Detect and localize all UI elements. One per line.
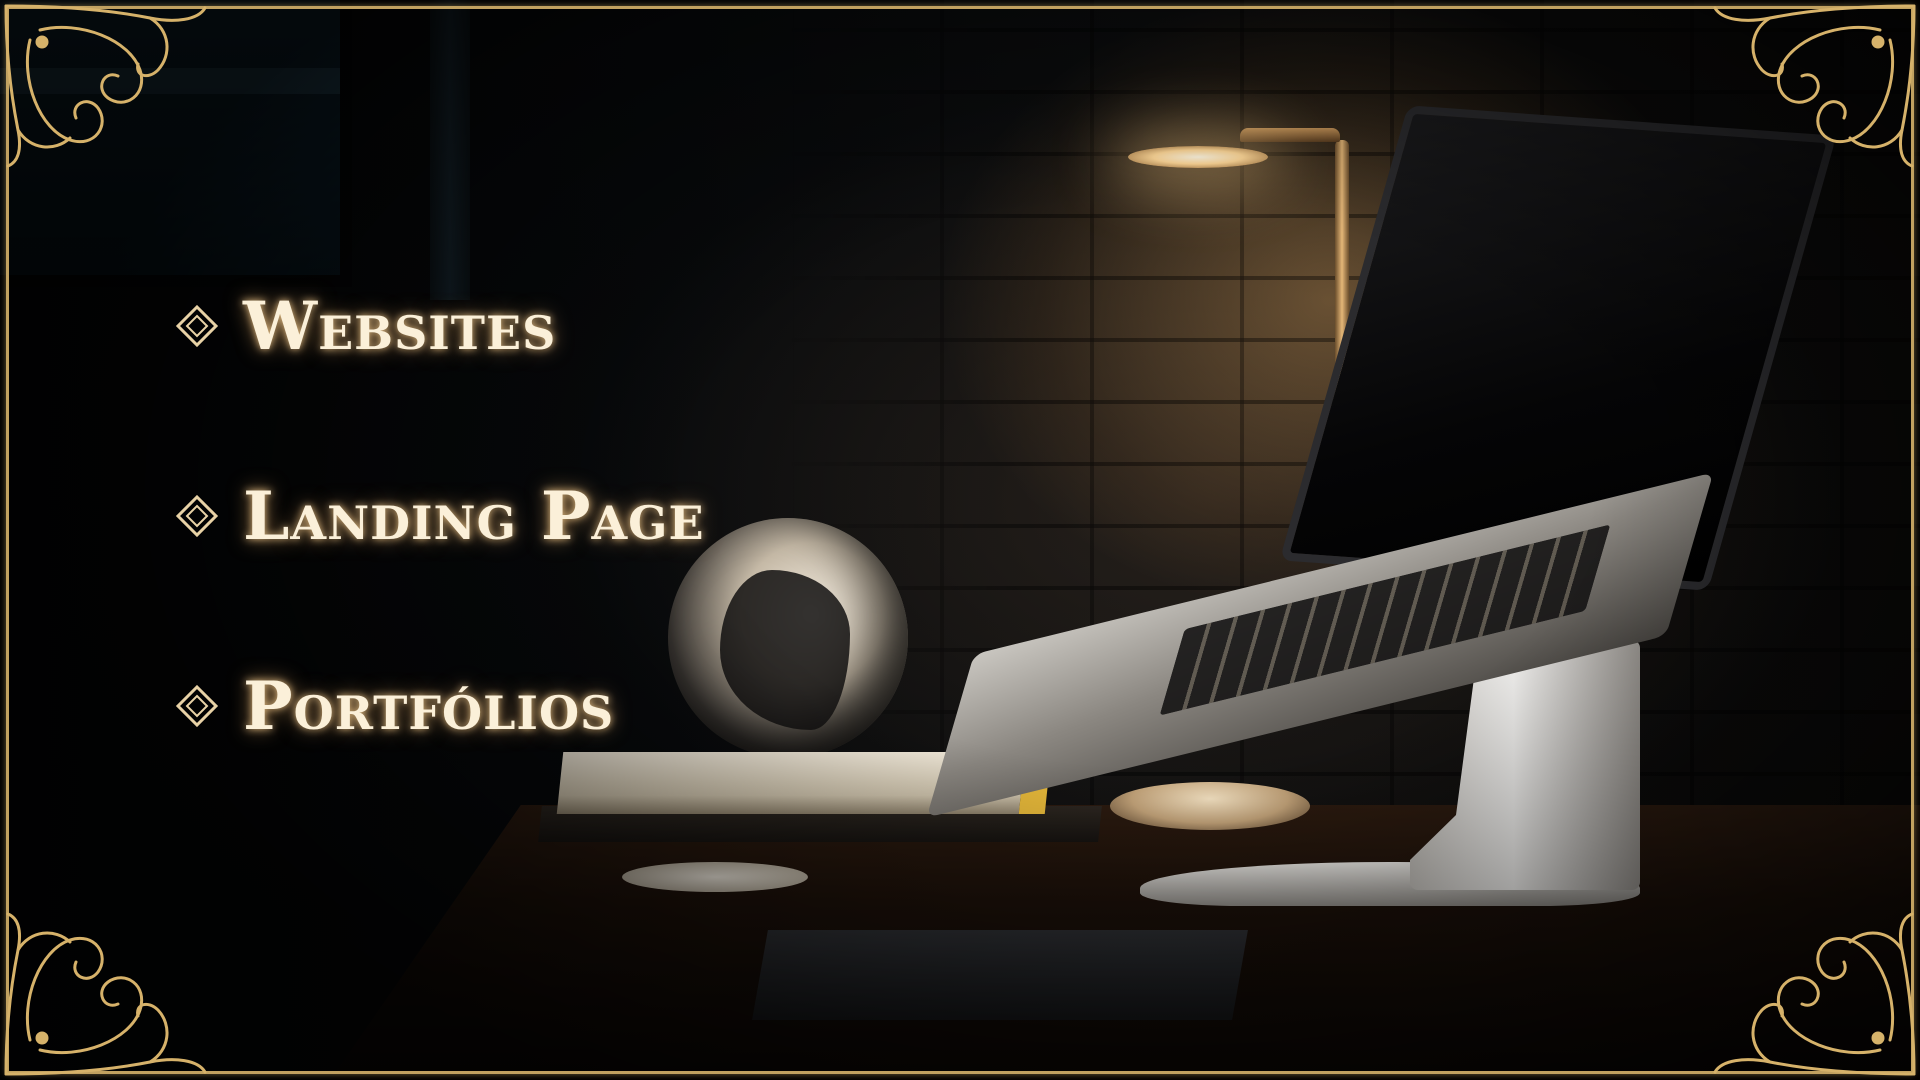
service-item-portfolios: Portfólios	[175, 670, 895, 742]
coaster	[622, 862, 808, 892]
window-crossbar	[0, 68, 340, 94]
service-label: Portfólios	[243, 667, 615, 745]
service-label: Websites	[243, 287, 557, 365]
service-item-landing-page: Landing Page	[175, 480, 895, 552]
service-label: Landing Page	[243, 477, 705, 555]
diamond-icon	[175, 304, 219, 348]
ornate-flourish-icon	[4, 912, 207, 1076]
diamond-icon	[175, 494, 219, 538]
lamp-base	[1110, 782, 1310, 830]
hero-banner: Websites Landing Page Portfólios	[0, 0, 1920, 1080]
lamp-bend	[1240, 128, 1340, 142]
services-list: Websites Landing Page Portfólios	[175, 290, 895, 742]
lamp-light-icon	[1128, 146, 1268, 168]
service-item-websites: Websites	[175, 290, 895, 362]
background-window	[0, 0, 352, 287]
background-column	[430, 0, 470, 300]
notebook	[752, 930, 1248, 1020]
diamond-icon	[175, 684, 219, 728]
